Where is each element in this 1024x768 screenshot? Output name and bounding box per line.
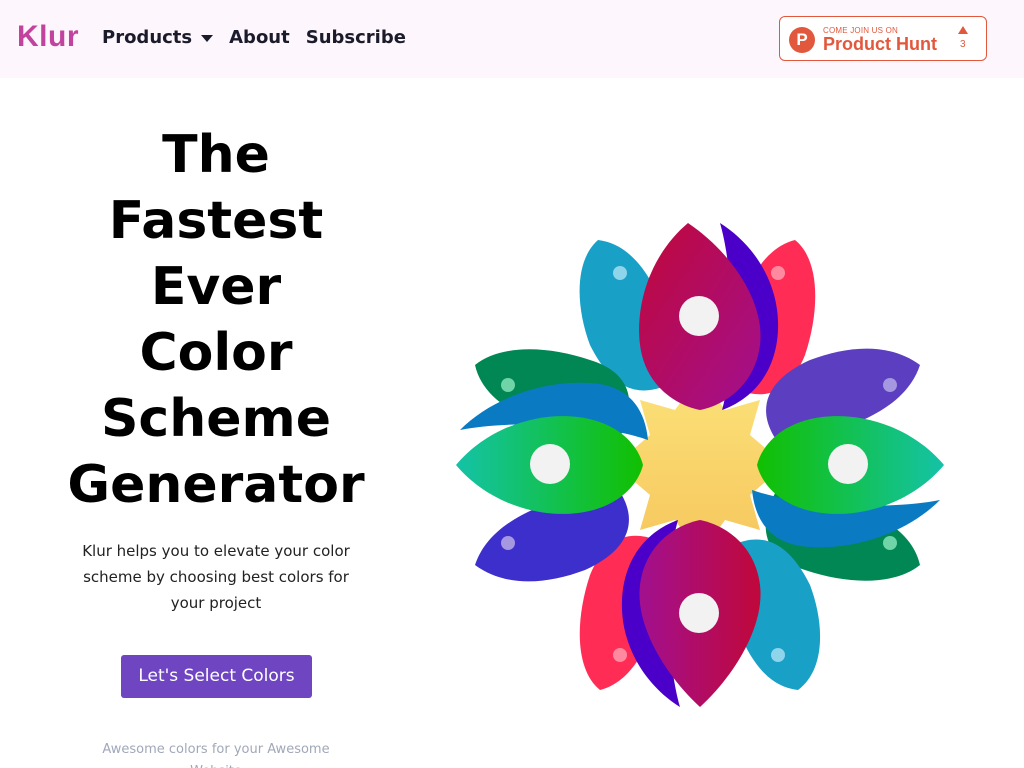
select-colors-button[interactable]: Let's Select Colors (121, 655, 312, 698)
hero-title-line: Generator (67, 455, 365, 515)
brand-logo[interactable]: Klur (17, 20, 79, 54)
nav-item-about[interactable]: About (229, 27, 290, 48)
product-hunt-badge[interactable]: P COME JOIN US ON Product Hunt 3 (779, 16, 987, 61)
hero-tagline: Awesome colors for your Awesome Website (102, 742, 330, 768)
flower-icon (456, 223, 944, 707)
hero-title-line: Fastest (108, 191, 324, 251)
chevron-down-icon (201, 34, 214, 42)
navbar: Klur Products About Subscribe P COME JOI… (0, 0, 1024, 78)
hero-description: Klur helps you to elevate your color sch… (82, 542, 350, 612)
hero-title-line: Color (139, 323, 293, 383)
hero-title: The Fastest Ever Color Scheme Generator (40, 122, 392, 518)
nav-item-subscribe[interactable]: Subscribe (306, 27, 406, 48)
product-hunt-icon: P (789, 27, 815, 53)
upvote-count: 3 (960, 39, 966, 50)
upvote-arrow-icon (958, 26, 968, 34)
product-hunt-name: Product Hunt (823, 34, 937, 54)
hero-title-line: Ever (150, 257, 282, 317)
hero-title-line: The (162, 125, 270, 185)
hero-title-line: Scheme (100, 389, 331, 449)
nav-links: Products About Subscribe (102, 27, 406, 48)
nav-item-label: Products (102, 27, 193, 48)
nav-item-products[interactable]: Products (102, 27, 214, 48)
